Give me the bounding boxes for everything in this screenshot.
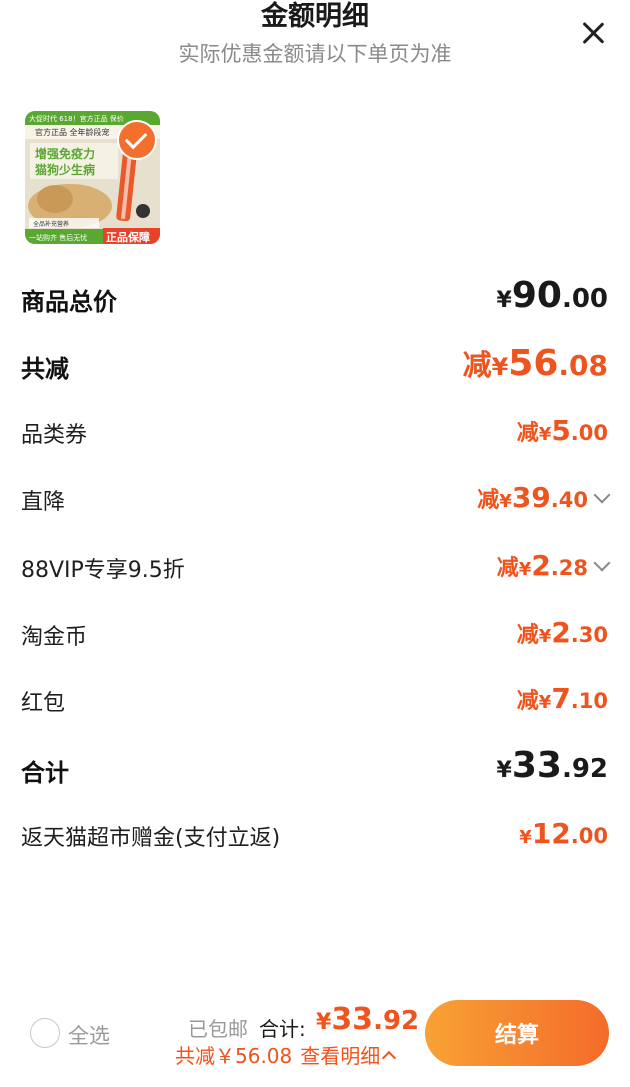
vip-label: 88VIP专享9.5折 — [21, 558, 185, 583]
cashback-amount: ¥12.00 — [519, 817, 608, 850]
category-coupon-amount: 减¥5.00 — [516, 414, 608, 447]
subtotal-label: 合计 — [21, 759, 69, 787]
select-all-label[interactable]: 全选 — [68, 1020, 110, 1050]
svg-text:增强免疫力: 增强免疫力 — [35, 146, 95, 161]
select-all-radio[interactable] — [30, 1018, 60, 1048]
total-discount-label: 共减 — [21, 355, 69, 383]
page-title: 金额明细 — [261, 1, 369, 32]
selected-check-icon[interactable] — [117, 120, 157, 160]
shipping-text: 已包邮 — [188, 1017, 248, 1041]
direct-drop-amount[interactable]: 减¥39.40 — [477, 481, 611, 514]
svg-text:全品补充营养: 全品补充营养 — [33, 220, 69, 228]
vip-amount[interactable]: 减¥2.28 — [497, 549, 611, 582]
savings-text: 共减￥56.08 — [175, 1044, 293, 1068]
svg-text:正品保障: 正品保障 — [106, 230, 150, 244]
subtotal-amount: ¥33.92 — [496, 745, 608, 786]
total-discount-amount: 减¥56.08 — [462, 343, 608, 384]
category-coupon-label: 品类券 — [21, 423, 88, 448]
total-price-amount: ¥90.00 — [496, 275, 608, 316]
total-price-label: 商品总价 — [21, 288, 117, 316]
coins-label: 淘金币 — [21, 625, 88, 650]
header: 金额明细 实际优惠金额请以下单页为准 — [0, 0, 630, 80]
svg-text:官方正品 全年龄段宠: 官方正品 全年龄段宠 — [35, 127, 110, 137]
chevron-up-icon[interactable] — [382, 1050, 397, 1066]
redpacket-label: 红包 — [21, 691, 66, 716]
chevron-down-icon[interactable] — [593, 554, 611, 572]
view-detail-link[interactable]: 查看明细 — [300, 1044, 380, 1068]
savings-line[interactable]: 共减￥56.08 查看明细 — [175, 1040, 397, 1069]
checkout-button[interactable]: 结算 — [425, 1000, 609, 1066]
close-icon[interactable] — [578, 18, 608, 48]
redpacket-amount: 减¥7.10 — [516, 682, 608, 715]
banner-text: 大促时代 618！官方正品 保价 — [29, 114, 124, 123]
total-label: 合计: — [259, 1017, 306, 1041]
svg-text:猫狗少生病: 猫狗少生病 — [35, 162, 95, 177]
chevron-down-icon[interactable] — [593, 486, 611, 504]
cashback-label: 返天猫超市赠金(支付立返) — [21, 826, 281, 851]
coins-amount: 减¥2.30 — [516, 616, 608, 649]
svg-text:一站购齐 售后无忧: 一站购齐 售后无忧 — [29, 233, 87, 242]
footer-total-amount: ¥33.92 — [316, 1002, 420, 1037]
direct-drop-label: 直降 — [21, 490, 66, 515]
page-subtitle: 实际优惠金额请以下单页为准 — [178, 42, 452, 66]
